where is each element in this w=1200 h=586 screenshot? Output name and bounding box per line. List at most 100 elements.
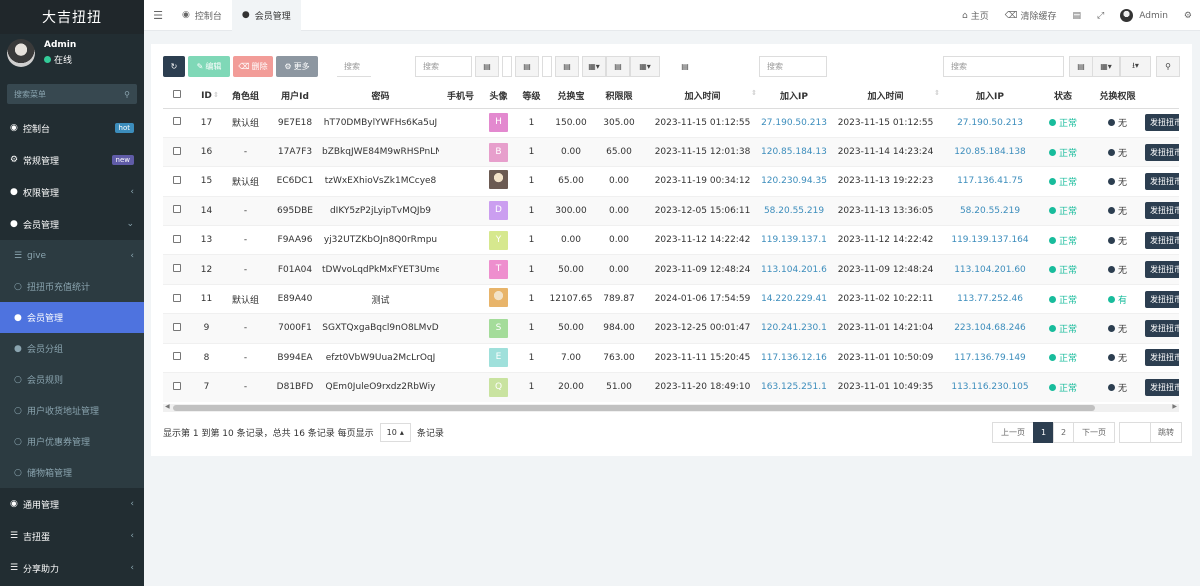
ip-link[interactable]: 120.241.230.142 <box>761 323 827 333</box>
search-input-5[interactable] <box>660 56 674 77</box>
language-button[interactable]: ▤ <box>1065 11 1090 21</box>
scroll-right-icon[interactable]: ▶ <box>1172 403 1177 410</box>
ip-link[interactable]: 120.230.94.35 <box>761 176 827 186</box>
avatar-letter[interactable]: S <box>489 318 508 338</box>
table-row[interactable]: 7- D81BFD QEm0JuleO9rxdz2RbWiy Q 1 20.00 51.00… <box>163 372 1179 402</box>
avatar-letter[interactable]: B <box>489 142 508 162</box>
export-dropdown[interactable]: ⭳▾ <box>1120 56 1151 77</box>
sidebar-item-share[interactable]: ☰ 分享助力 ‹ <box>0 552 144 584</box>
table-row[interactable]: 11 默认组 E89A40 测试 1 12107.65 789.87 2024-01-06 1… <box>163 283 1179 314</box>
avatar-letter[interactable]: E <box>489 348 508 368</box>
select-all-checkbox[interactable] <box>163 84 190 109</box>
brand-logo[interactable]: 大吉扭扭 <box>0 0 144 34</box>
row-checkbox[interactable] <box>172 205 181 214</box>
jump-page-input[interactable] <box>1119 422 1151 443</box>
ip-link[interactable]: 113.104.201.60 <box>954 265 1026 275</box>
next-page-button[interactable]: 下一页 <box>1073 422 1115 443</box>
send-coin-button[interactable]: 发扭扭币 <box>1145 172 1179 190</box>
col-id[interactable]: ID ⇕ <box>190 84 223 109</box>
sidebar-item-member-rules[interactable]: ○ 会员规则 <box>0 364 144 395</box>
fullscreen-button[interactable]: ⤢ <box>1089 11 1112 21</box>
page-2-button[interactable]: 2 <box>1053 422 1074 443</box>
sidebar-item-auth[interactable]: ● 权限管理 ‹ <box>0 176 144 208</box>
scroll-left-icon[interactable]: ◀ <box>165 403 170 410</box>
avatar-letter[interactable]: Q <box>489 377 508 397</box>
jump-button[interactable]: 跳转 <box>1150 422 1182 443</box>
more-button[interactable]: ⚙ 更多 <box>276 56 318 77</box>
search-input-1[interactable]: 搜索 <box>337 56 371 77</box>
table-row[interactable]: 15 默认组 EC6DC1 tzWxEXhioVsZk1MCcye8 1 65.00 0.0… <box>163 166 1179 197</box>
ip-link[interactable]: 113.104.201.60 <box>761 265 827 275</box>
col-join-time[interactable]: 加入时间 ⇕ <box>644 84 761 109</box>
ip-link[interactable]: 117.136.79.149 <box>954 353 1026 363</box>
ip-link[interactable]: 113.116.230.105 <box>951 382 1028 392</box>
sidebar-item-dashboard[interactable]: ◉ 控制台 hot <box>0 112 144 144</box>
table-row[interactable]: 8- B994EA efzt0VbW9Uua2McLrOqJ E 1 7.00 763.00… <box>163 342 1179 373</box>
ip-link[interactable]: 223.104.68.246 <box>954 323 1026 333</box>
sidebar-item-gacha[interactable]: ☰ 吉扭蛋 ‹ <box>0 520 144 552</box>
ip-link[interactable]: 113.77.252.46 <box>957 294 1023 304</box>
table-row[interactable]: 9-7000F1 SGXTQxgaBqcl9nO8LMvD S 1 50.00 984.0… <box>163 313 1179 344</box>
ip-link[interactable]: 14.220.229.41 <box>761 294 827 304</box>
sidebar-item-common[interactable]: ◉ 通用管理 ‹ <box>0 488 144 520</box>
toggle-view-button[interactable]: ▤ <box>606 56 630 77</box>
search-button[interactable]: ⚲ <box>1156 56 1180 77</box>
horizontal-scrollbar[interactable]: ◀ ▶ <box>163 403 1179 412</box>
send-coin-button[interactable]: 发扭扭币 <box>1145 114 1179 132</box>
ip-link[interactable]: 119.139.137.164 <box>761 235 827 245</box>
row-checkbox[interactable] <box>172 293 181 302</box>
ip-link[interactable]: 117.136.12.160 <box>761 353 827 363</box>
search-input-2[interactable]: 搜索 <box>415 56 472 77</box>
avatar-image[interactable] <box>489 170 508 190</box>
toggle-view-button[interactable]: ▤ <box>555 56 579 77</box>
ip-link[interactable]: 120.85.184.138 <box>761 147 827 157</box>
ip-link[interactable]: 58.20.55.219 <box>960 206 1020 216</box>
table-row[interactable]: 14-695DBE dIKY5zP2jLyipTvMQJb9 D 1 300.00 0.0… <box>163 195 1179 226</box>
sidebar-item-give[interactable]: ☰ give ‹ <box>0 240 144 271</box>
table-row[interactable]: 17 默认组 9E7E18 hT70DMBylYWFHs6Ka5uJ H 1 150.00 3… <box>163 107 1179 138</box>
search-input-main[interactable]: 搜索 <box>943 56 1064 77</box>
row-checkbox[interactable] <box>172 322 181 331</box>
sidebar-item-members[interactable]: ● 会员管理 ⌄ <box>0 208 144 240</box>
col-join-time-2[interactable]: 加入时间 ⇕ <box>827 84 944 109</box>
home-link[interactable]: ⌂ 主页 <box>954 9 997 23</box>
avatar-letter[interactable]: D <box>489 201 508 221</box>
send-coin-button[interactable]: 发扭扭币 <box>1145 290 1179 308</box>
avatar-image[interactable] <box>489 288 508 308</box>
toggle-view-button[interactable]: ▤ <box>475 56 499 77</box>
language-icon[interactable]: ▤ <box>678 56 692 77</box>
toggle-view-button[interactable]: ▤ <box>515 56 539 77</box>
send-coin-button[interactable]: 发扭扭币 <box>1145 349 1179 367</box>
checkbox[interactable] <box>172 90 181 99</box>
send-coin-button[interactable]: 发扭扭币 <box>1145 319 1179 337</box>
row-checkbox[interactable] <box>172 146 181 155</box>
tab-member-manage[interactable]: ● 会员管理 <box>231 0 301 31</box>
prev-page-button[interactable]: 上一页 <box>992 422 1034 443</box>
columns-dropdown[interactable]: ▦▾ <box>630 56 660 77</box>
row-checkbox[interactable] <box>172 381 181 390</box>
ip-link[interactable]: 119.139.137.164 <box>951 235 1028 245</box>
columns-dropdown[interactable]: ▦▾ <box>582 56 606 77</box>
ip-link[interactable]: 163.125.251.178 <box>761 382 827 392</box>
delete-button[interactable]: ⌫ 删除 <box>233 56 273 77</box>
row-checkbox[interactable] <box>172 175 181 184</box>
avatar-letter[interactable]: T <box>489 260 508 280</box>
ip-link[interactable]: 27.190.50.213 <box>761 118 827 128</box>
page-1-button[interactable]: 1 <box>1033 422 1054 443</box>
tab-dashboard[interactable]: ◉ 控制台 <box>172 0 232 31</box>
sidebar-item-general[interactable]: ⚙ 常规管理 new <box>0 144 144 176</box>
ip-link[interactable]: 120.85.184.138 <box>954 147 1026 157</box>
sidebar-item-coupons[interactable]: ○ 用户优惠券管理 <box>0 426 144 457</box>
sidebar-item-addresses[interactable]: ○ 用户收货地址管理 <box>0 395 144 426</box>
avatar-letter[interactable]: H <box>489 113 508 133</box>
row-checkbox[interactable] <box>172 264 181 273</box>
admin-menu[interactable]: Admin <box>1112 9 1176 22</box>
table-row[interactable]: 16-17A7F3 bZBkqJWE84M9wRHSPnLN B 1 0.00 65.00… <box>163 136 1179 167</box>
send-coin-button[interactable]: 发扭扭币 <box>1145 143 1179 161</box>
send-coin-button[interactable]: 发扭扭币 <box>1145 202 1179 220</box>
toggle-view-button[interactable]: ▤ <box>1069 56 1093 77</box>
search-icon[interactable]: ⚲ <box>124 90 130 99</box>
settings-button[interactable]: ⚙ <box>1176 11 1200 21</box>
ip-link[interactable]: 117.136.41.75 <box>957 176 1023 186</box>
table-row[interactable]: 13- F9AA96 yj32UTZKbOJn8Q0rRmpu Y 1 0.00 0.00 2… <box>163 225 1179 255</box>
